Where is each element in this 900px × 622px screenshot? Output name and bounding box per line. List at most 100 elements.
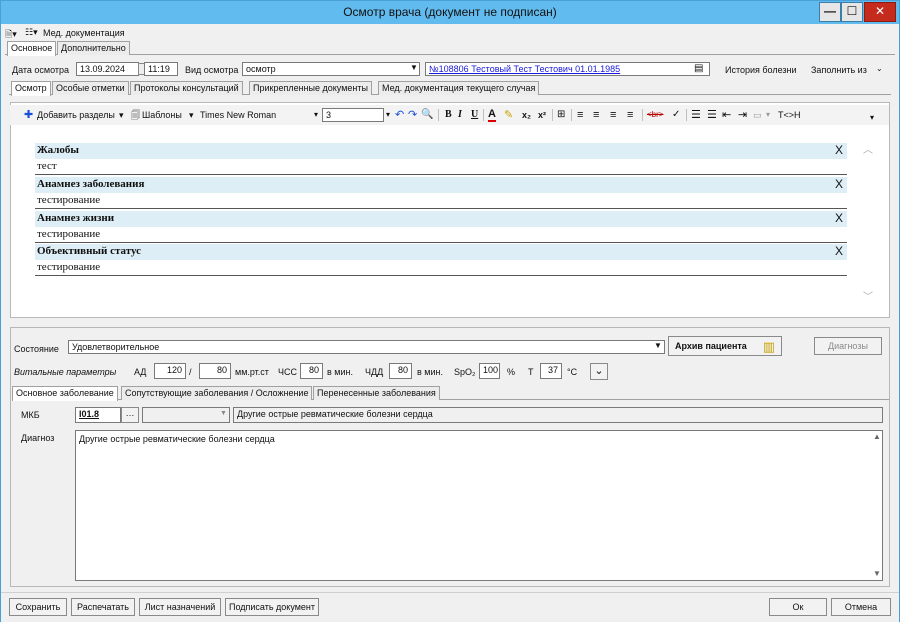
separator <box>642 109 643 121</box>
add-sections-button[interactable]: Добавить разделы <box>37 108 115 122</box>
superscript-icon[interactable]: x² <box>538 108 546 122</box>
status-select[interactable]: Удовлетворительное <box>68 340 665 354</box>
chevron-down-icon[interactable]: ▾ <box>119 108 124 122</box>
scroll-up-icon[interactable]: ︿ <box>863 141 873 156</box>
indent-icon[interactable]: ⇥ <box>738 108 747 122</box>
patient-field[interactable]: №108806 Тестовый Тест Тестович 01.01.198… <box>425 62 710 76</box>
separator <box>686 109 687 121</box>
print-button[interactable]: Распечатать <box>71 598 135 616</box>
diagnosis-textarea[interactable]: Другие острые ревматические болезни серд… <box>75 430 883 581</box>
align-center-icon[interactable]: ≡ <box>593 108 599 122</box>
fill-from-button[interactable]: Заполнить из <box>811 65 867 75</box>
history-button[interactable]: История болезни <box>725 65 797 75</box>
window: Осмотр врача (документ не подписан) — ☐ … <box>0 0 900 622</box>
italic-icon[interactable]: I <box>458 108 462 122</box>
temp-input[interactable]: 37 <box>540 363 562 379</box>
subscript-icon[interactable]: x₂ <box>522 108 531 122</box>
mkb-code-input[interactable]: I01.8 <box>75 407 121 423</box>
section-body[interactable]: тестирование <box>35 227 847 243</box>
tab-comorbidities[interactable]: Сопутствующие заболевания / Осложнение <box>121 386 313 400</box>
plus-icon[interactable]: ✚ <box>24 108 33 122</box>
scroll-up-icon[interactable]: ▲ <box>873 432 881 441</box>
chevron-down-icon[interactable]: ⌄ <box>876 64 883 73</box>
prescriptions-button[interactable]: Лист назначений <box>139 598 221 616</box>
section-body[interactable]: тест <box>35 159 847 175</box>
toolbar-overflow-icon[interactable]: ▾ <box>870 111 874 125</box>
html-toggle-button[interactable]: T<>H <box>778 108 801 122</box>
remove-section-button[interactable]: X <box>835 244 843 258</box>
sign-document-button[interactable]: Подписать документ <box>225 598 319 616</box>
line-break-button[interactable]: <br> <box>647 108 663 122</box>
exam-type-select[interactable]: осмотр <box>242 62 420 76</box>
tab-additional[interactable]: Дополнительно <box>57 41 130 55</box>
remove-section-button[interactable]: X <box>835 143 843 157</box>
mkb-label: МКБ <box>21 410 40 420</box>
minimize-button[interactable]: — <box>819 2 841 22</box>
maximize-button[interactable]: ☐ <box>841 2 863 22</box>
spellcheck-icon[interactable]: ✓ <box>672 108 680 122</box>
hr-input[interactable]: 80 <box>300 363 323 379</box>
expand-vitals-button[interactable]: ⌄ <box>590 363 608 380</box>
rr-input[interactable]: 80 <box>389 363 412 379</box>
align-left-icon[interactable]: ≡ <box>577 108 583 122</box>
chevron-down-icon[interactable]: ▾ <box>189 108 194 122</box>
document-body[interactable]: Жалобы X тест Анамнез заболевания X тест… <box>25 129 857 313</box>
sub-tabstrip: Осмотр Особые отметки Протоколы консульт… <box>9 81 891 96</box>
tab-special-marks[interactable]: Особые отметки <box>52 81 129 95</box>
font-color-icon[interactable]: A <box>488 108 496 122</box>
outdent-icon[interactable]: ⇤ <box>722 108 731 122</box>
tab-exam[interactable]: Осмотр <box>11 81 51 96</box>
section-body[interactable]: тестирование <box>35 193 847 209</box>
bp-diastolic-input[interactable]: 80 <box>199 363 231 379</box>
diagnoses-button[interactable]: Диагнозы <box>814 337 882 355</box>
align-justify-icon[interactable]: ≡ <box>627 108 633 122</box>
chevron-down-icon[interactable]: ▼ <box>220 410 227 417</box>
scroll-down-icon[interactable]: ﹀ <box>863 288 873 303</box>
paragraph-icon[interactable]: ▭ <box>753 108 762 122</box>
undo-icon[interactable]: ↶ <box>395 108 404 122</box>
bp-systolic-input[interactable]: 120 <box>154 363 186 379</box>
bullet-list-icon[interactable]: ☰ <box>707 108 717 122</box>
tab-past-diseases[interactable]: Перенесенные заболевания <box>313 386 440 400</box>
mkb-qualifier-select[interactable] <box>142 407 230 423</box>
med-docs-menu[interactable]: Мед. документация <box>43 28 125 38</box>
chevron-down-icon[interactable]: ▾ <box>766 108 770 122</box>
table-icon[interactable]: ⊞ <box>557 108 565 122</box>
remove-section-button[interactable]: X <box>835 211 843 225</box>
tab-main[interactable]: Основное <box>7 41 57 56</box>
save-button[interactable]: Сохранить <box>9 598 67 616</box>
align-right-icon[interactable]: ≡ <box>610 108 616 122</box>
ok-button[interactable]: Ок <box>769 598 827 616</box>
chevron-down-icon[interactable]: ▾ <box>314 108 318 122</box>
highlight-icon[interactable]: ✎ <box>504 108 513 122</box>
mkb-lookup-button[interactable]: … <box>121 407 139 423</box>
tab-consult-protocols[interactable]: Протоколы консультаций <box>130 81 243 95</box>
remove-section-button[interactable]: X <box>835 177 843 191</box>
spo2-input[interactable]: 100 <box>479 363 500 379</box>
structure-menu-icon[interactable]: ☷▾ <box>25 27 38 38</box>
chevron-down-icon[interactable]: ▼ <box>410 63 418 72</box>
redo-icon[interactable]: ↷ <box>408 108 417 122</box>
tab-case-docs[interactable]: Мед. документация текущего случая <box>378 81 540 95</box>
templates-button[interactable]: Шаблоны <box>142 108 182 122</box>
patient-card-icon[interactable]: ▤ <box>694 63 703 74</box>
time-input[interactable]: 11:19 <box>144 62 178 76</box>
date-input[interactable]: 13.09.2024 <box>76 62 139 76</box>
scroll-down-icon[interactable]: ▼ <box>873 569 881 578</box>
patient-link[interactable]: №108806 Тестовый Тест Тестович 01.01.198… <box>429 64 620 74</box>
tab-main-disease[interactable]: Основное заболевание <box>12 386 118 401</box>
close-button[interactable]: ✕ <box>864 2 896 22</box>
templates-icon[interactable]: 🗐 <box>131 108 140 122</box>
archive-button[interactable]: Архив пациента ▥ <box>668 336 782 356</box>
font-size-select[interactable]: 3 <box>322 108 384 122</box>
chevron-down-icon[interactable]: ▾ <box>386 108 390 122</box>
section-body[interactable]: тестирование <box>35 260 847 276</box>
cancel-button[interactable]: Отмена <box>831 598 891 616</box>
numbered-list-icon[interactable]: ☰ <box>691 108 701 122</box>
underline-icon[interactable]: U <box>471 108 478 122</box>
tab-attached-docs[interactable]: Прикрепленные документы <box>249 81 372 95</box>
font-name-select[interactable]: Times New Roman <box>200 108 276 122</box>
find-icon[interactable]: 🔍 <box>421 108 433 122</box>
chevron-down-icon[interactable]: ▼ <box>654 341 662 350</box>
bold-icon[interactable]: B <box>445 108 452 122</box>
